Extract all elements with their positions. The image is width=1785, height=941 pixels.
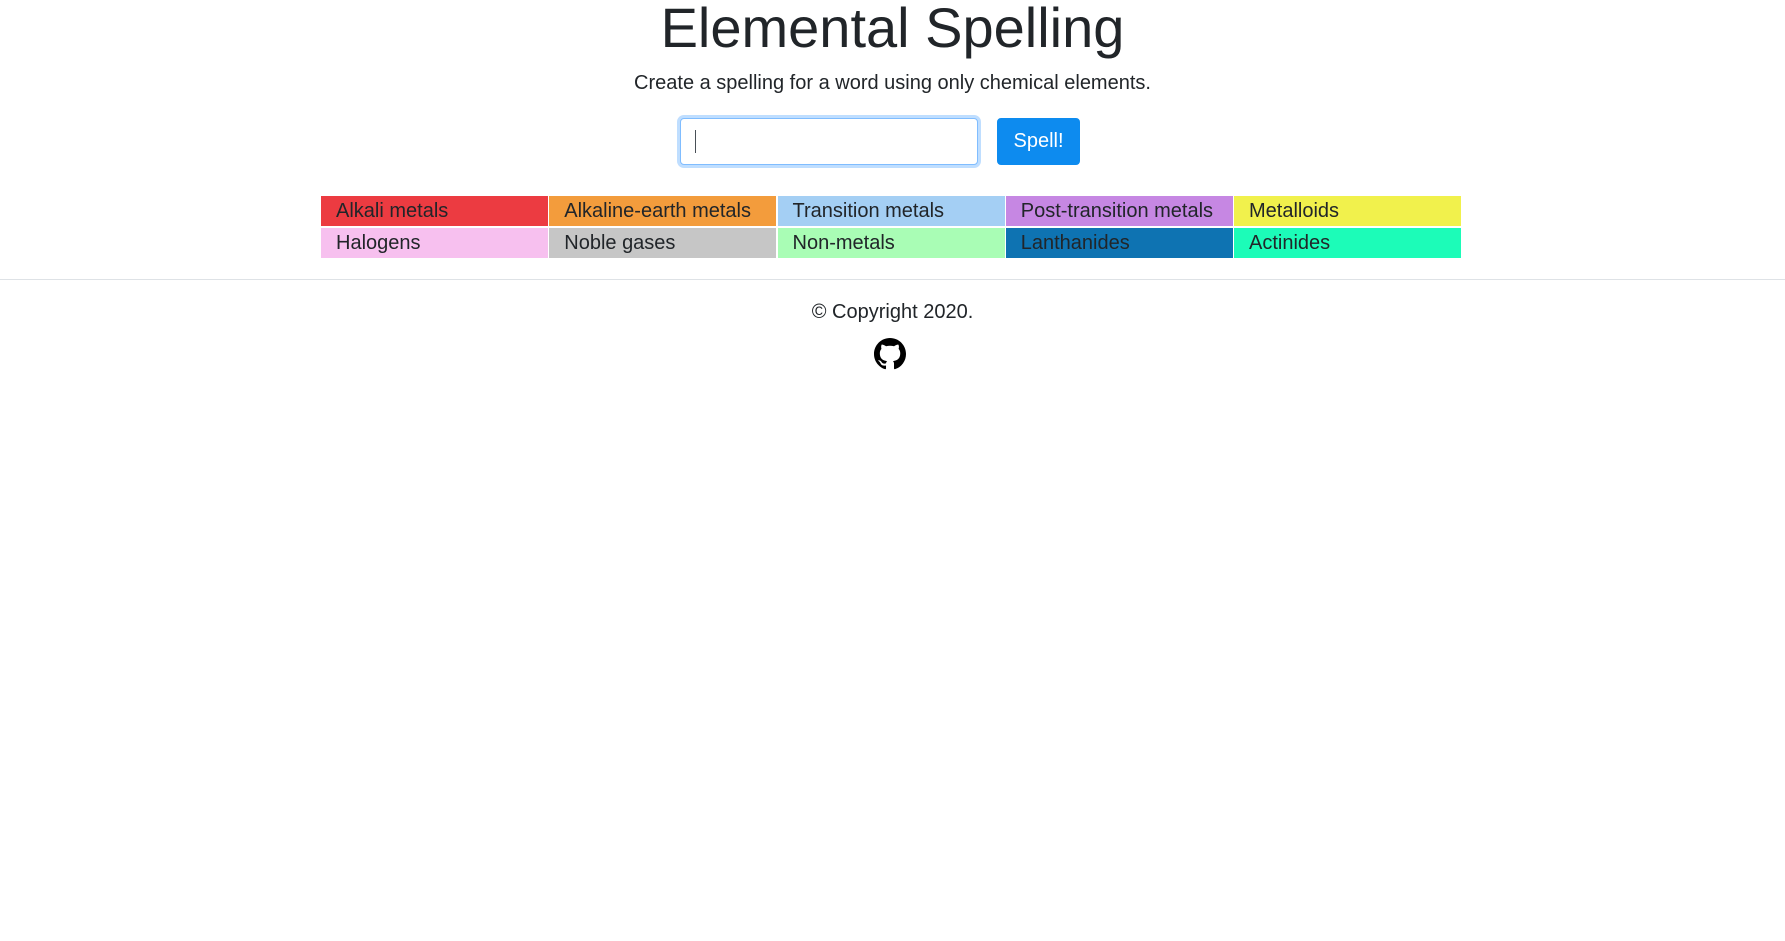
legend-item-actinides: Actinides [1234, 228, 1461, 258]
footer-divider [0, 279, 1785, 280]
legend-item-metalloids: Metalloids [1234, 196, 1461, 226]
text-cursor [695, 130, 696, 153]
legend-item-lanthanides: Lanthanides [1005, 228, 1233, 258]
legend-item-non-metals: Non-metals [777, 228, 1005, 258]
page: Elemental Spelling Create a spelling for… [0, 0, 1785, 941]
legend-item-halogens: Halogens [321, 228, 548, 258]
legend-item-noble-gases: Noble gases [549, 228, 777, 258]
page-subtitle: Create a spelling for a word using only … [634, 72, 1151, 94]
legend-item-post-transition-metals: Post-transition metals [1005, 196, 1233, 226]
github-link[interactable] [874, 338, 906, 370]
page-title: Elemental Spelling [660, 0, 1125, 59]
legend-item-alkaline-earth-metals: Alkaline-earth metals [549, 196, 777, 226]
element-category-legend: Alkali metals Alkaline-earth metals Tran… [321, 196, 1461, 258]
copyright-text: © Copyright 2020. [811, 301, 974, 323]
github-icon [874, 338, 906, 370]
legend-item-alkali-metals: Alkali metals [321, 196, 548, 226]
spell-button[interactable]: Spell! [997, 118, 1080, 165]
legend-item-transition-metals: Transition metals [777, 196, 1005, 226]
word-input[interactable] [680, 118, 978, 165]
